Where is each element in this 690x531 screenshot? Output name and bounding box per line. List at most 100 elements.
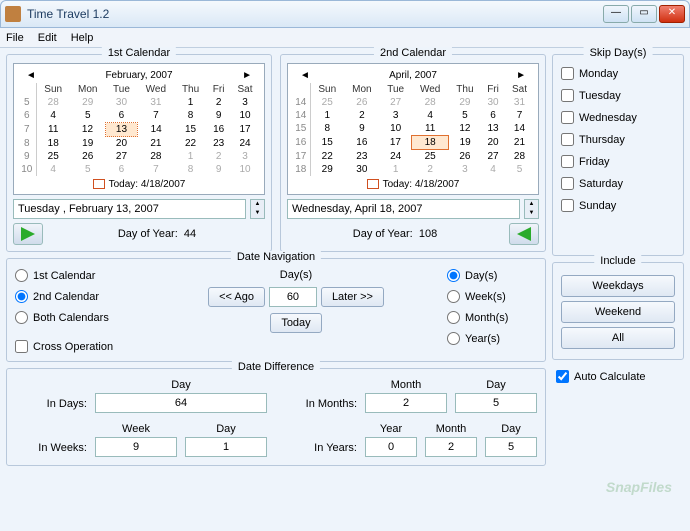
calendar-day[interactable]: 9 <box>344 122 380 136</box>
radio-both-calendars[interactable]: Both Calendars <box>15 311 145 324</box>
calendar-day[interactable]: 8 <box>310 122 344 136</box>
calendar-day[interactable]: 2 <box>207 150 231 163</box>
skip-sunday[interactable]: Sunday <box>561 199 675 212</box>
skip-friday[interactable]: Friday <box>561 155 675 168</box>
calendar-day[interactable]: 28 <box>36 96 70 109</box>
calendar-day[interactable]: 20 <box>106 137 138 151</box>
calendar-day[interactable]: 7 <box>505 109 534 122</box>
later-button[interactable]: Later >> <box>321 287 384 307</box>
calendar-day[interactable]: 3 <box>231 150 260 163</box>
skip-thursday[interactable]: Thursday <box>561 133 675 146</box>
calendar-day[interactable]: 16 <box>207 123 231 137</box>
menu-help[interactable]: Help <box>71 32 94 44</box>
calendar-day[interactable]: 5 <box>70 163 106 176</box>
calendar-day[interactable]: 27 <box>481 150 505 164</box>
calendar-day[interactable]: 8 <box>174 163 206 176</box>
auto-calculate-check[interactable]: Auto Calculate <box>552 370 684 383</box>
calendar-day[interactable]: 26 <box>70 150 106 163</box>
calendar-day[interactable]: 22 <box>310 150 344 164</box>
radio-unit-weeks[interactable]: Week(s) <box>447 290 537 303</box>
calendar-day[interactable]: 10 <box>231 109 260 123</box>
calendar-day[interactable]: 26 <box>344 96 380 109</box>
calendar-day[interactable]: 11 <box>36 123 70 137</box>
menu-file[interactable]: File <box>6 32 24 44</box>
date2-spinner[interactable]: ▲▼ <box>524 199 539 219</box>
calendar-day[interactable]: 4 <box>36 109 70 123</box>
calendar-day[interactable]: 16 <box>344 136 380 150</box>
calendar-day[interactable]: 26 <box>449 150 481 164</box>
calendar-day[interactable]: 24 <box>380 150 412 164</box>
date1-spinner[interactable]: ▲▼ <box>250 199 265 219</box>
calendar-day[interactable]: 13 <box>481 122 505 136</box>
calendar-day[interactable]: 29 <box>310 163 344 176</box>
calendar-day[interactable]: 10 <box>380 122 412 136</box>
calendar-day[interactable]: 17 <box>231 123 260 137</box>
calendar-day[interactable]: 6 <box>106 163 138 176</box>
calendar-day[interactable]: 1 <box>380 163 412 176</box>
skip-monday[interactable]: Monday <box>561 67 675 80</box>
calendar-day[interactable]: 6 <box>481 109 505 122</box>
calendar-day[interactable]: 14 <box>137 123 174 137</box>
days-input[interactable] <box>269 287 317 307</box>
calendar-day[interactable]: 4 <box>412 109 449 122</box>
calendar-day[interactable]: 28 <box>137 150 174 163</box>
radio-unit-months[interactable]: Month(s) <box>447 311 537 324</box>
calendar-day[interactable]: 25 <box>412 150 449 164</box>
calendar-day[interactable]: 8 <box>174 109 206 123</box>
calendar-day[interactable]: 28 <box>505 150 534 164</box>
calendar-day[interactable]: 7 <box>137 109 174 123</box>
calendar-day[interactable]: 30 <box>481 96 505 109</box>
calendar-day[interactable]: 31 <box>137 96 174 109</box>
calendar-day[interactable]: 2 <box>344 109 380 122</box>
skip-saturday[interactable]: Saturday <box>561 177 675 190</box>
calendar1[interactable]: ◄February, 2007►SunMonTueWedThuFriSat528… <box>13 63 265 195</box>
radio-unit-years[interactable]: Year(s) <box>447 332 537 345</box>
calendar-day[interactable]: 25 <box>310 96 344 109</box>
calendar-day[interactable]: 23 <box>207 137 231 151</box>
radio-1st-calendar[interactable]: 1st Calendar <box>15 269 145 282</box>
calendar-day[interactable]: 21 <box>505 136 534 150</box>
calendar-day[interactable]: 27 <box>380 96 412 109</box>
close-button[interactable]: ✕ <box>659 5 685 23</box>
calendar-day[interactable]: 2 <box>412 163 449 176</box>
calendar-day[interactable]: 30 <box>344 163 380 176</box>
prev-month-icon[interactable]: ◄ <box>26 70 36 81</box>
next-month-icon[interactable]: ► <box>242 70 252 81</box>
calendar-day[interactable]: 19 <box>449 136 481 150</box>
calendar-day[interactable]: 13 <box>106 123 138 137</box>
skip-wednesday[interactable]: Wednesday <box>561 111 675 124</box>
cross-operation-check[interactable]: Cross Operation <box>15 340 145 353</box>
radio-unit-days[interactable]: Day(s) <box>447 269 537 282</box>
calendar-day[interactable]: 7 <box>137 163 174 176</box>
calendar-day[interactable]: 1 <box>310 109 344 122</box>
maximize-button[interactable]: ▭ <box>631 5 657 23</box>
calendar-day[interactable]: 6 <box>106 109 138 123</box>
calendar-day[interactable]: 4 <box>481 163 505 176</box>
calendar-day[interactable]: 11 <box>412 122 449 136</box>
calendar-day[interactable]: 29 <box>70 96 106 109</box>
radio-2nd-calendar[interactable]: 2nd Calendar <box>15 290 145 303</box>
calendar-day[interactable]: 15 <box>174 123 206 137</box>
calendar-day[interactable]: 5 <box>449 109 481 122</box>
skip-tuesday[interactable]: Tuesday <box>561 89 675 102</box>
menu-edit[interactable]: Edit <box>38 32 57 44</box>
date1-input[interactable]: Tuesday , February 13, 2007 <box>13 199 246 219</box>
calendar-day[interactable]: 17 <box>380 136 412 150</box>
prev-day-button[interactable] <box>13 223 43 245</box>
calendar-day[interactable]: 12 <box>449 122 481 136</box>
calendar-day[interactable]: 18 <box>36 137 70 151</box>
calendar-day[interactable]: 24 <box>231 137 260 151</box>
weekend-button[interactable]: Weekend <box>561 301 675 323</box>
calendar-day[interactable]: 1 <box>174 96 206 109</box>
prev-month-icon[interactable]: ◄ <box>300 70 310 81</box>
calendar-day[interactable]: 3 <box>380 109 412 122</box>
calendar-day[interactable]: 5 <box>505 163 534 176</box>
calendar-day[interactable]: 9 <box>207 109 231 123</box>
all-button[interactable]: All <box>561 327 675 349</box>
calendar-day[interactable]: 20 <box>481 136 505 150</box>
weekdays-button[interactable]: Weekdays <box>561 275 675 297</box>
calendar-day[interactable]: 19 <box>70 137 106 151</box>
calendar-day[interactable]: 3 <box>231 96 260 109</box>
date2-input[interactable]: Wednesday, April 18, 2007 <box>287 199 520 219</box>
calendar-day[interactable]: 30 <box>106 96 138 109</box>
